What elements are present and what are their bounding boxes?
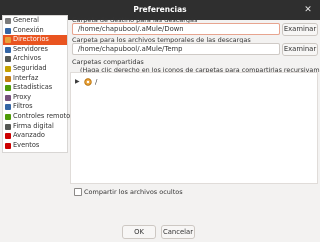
advanced-icon <box>5 133 11 140</box>
sidebar-item-label: Filtros <box>13 102 33 111</box>
sidebar-item-label: General <box>13 16 39 24</box>
sidebar-item-controles-remotos[interactable]: Controles remotos <box>3 112 74 122</box>
tree-root-label: / <box>95 78 98 86</box>
directories-panel: Carpeta de destino para las descargas /h… <box>70 14 320 228</box>
sidebar-item-label: Directorios <box>13 35 49 44</box>
temp-folder-field[interactable]: /home/chapubool/.aMule/Temp <box>72 43 280 55</box>
filter-icon <box>5 104 11 111</box>
sidebar-item-label: Archivos <box>13 54 42 63</box>
category-list: General Conexión Directorios Servidores Arch… <box>2 15 74 153</box>
sidebar-item-servidores[interactable]: Servidores <box>3 45 67 55</box>
downloads-folder-field[interactable]: /home/chapubool/.aMule/Down <box>72 23 280 35</box>
share-hidden-label: Compartir los archivos ocultos <box>84 187 183 196</box>
sidebar-item-avanzado[interactable]: Avanzado <box>3 131 67 141</box>
sidebar-item-seguridad[interactable]: Seguridad <box>3 64 67 74</box>
chart-icon <box>5 85 11 92</box>
sidebar-item-archivos[interactable]: Archivos <box>3 54 67 64</box>
gear-icon <box>5 18 11 24</box>
lock-icon <box>5 65 11 72</box>
sidebar-item-label: Proxy <box>13 92 32 101</box>
palette-icon <box>5 75 11 82</box>
remote-icon <box>5 113 11 120</box>
folder-icon <box>5 37 11 44</box>
sidebar-item-label: Estadísticas <box>13 83 53 92</box>
shared-folders-label: Carpetas compartidas <box>72 58 144 66</box>
sidebar-item-filtros[interactable]: Filtros <box>3 102 67 112</box>
cancel-button[interactable]: Cancelar <box>161 225 195 239</box>
proxy-icon <box>5 94 11 101</box>
sidebar-item-firma-digital[interactable]: Firma digital <box>3 122 67 132</box>
expand-arrow-icon[interactable]: ▶ <box>75 77 80 87</box>
preferences-dialog: Preferencias ✕ General Conexión Directorio… <box>0 0 320 242</box>
temp-browse-button[interactable]: Examinar <box>282 42 318 56</box>
sidebar-item-label: Controles remotos <box>13 111 74 120</box>
sidebar-item-label: Firma digital <box>13 121 54 130</box>
share-hidden-option[interactable]: Compartir los archivos ocultos <box>72 186 192 196</box>
downloads-browse-button[interactable]: Examinar <box>282 22 318 36</box>
ok-button[interactable]: OK <box>122 225 156 239</box>
sidebar-item-label: Avanzado <box>13 131 45 140</box>
sidebar-item-proxy[interactable]: Proxy <box>3 93 67 103</box>
signature-icon <box>5 123 11 130</box>
network-icon <box>5 27 11 34</box>
shared-folders-tree[interactable]: ▶ / <box>70 72 318 184</box>
events-icon <box>5 142 11 149</box>
sidebar-item-label: Conexión <box>13 25 44 34</box>
share-hidden-checkbox[interactable] <box>74 188 82 196</box>
server-icon <box>5 46 11 53</box>
sidebar-item-general[interactable]: General <box>3 16 67 26</box>
sidebar-item-conexion[interactable]: Conexión <box>3 26 67 36</box>
sidebar-item-estadisticas[interactable]: Estadísticas <box>3 83 67 93</box>
sidebar-item-label: Servidores <box>13 44 48 53</box>
disk-icon <box>5 56 11 63</box>
sidebar-item-eventos[interactable]: Eventos <box>3 141 67 151</box>
sidebar-item-label: Seguridad <box>13 63 47 72</box>
sidebar-item-directorios[interactable]: Directorios <box>3 35 67 45</box>
sidebar-item-label: Interfaz <box>13 73 39 82</box>
sidebar-item-interfaz[interactable]: Interfaz <box>3 74 67 84</box>
sidebar-item-label: Eventos <box>13 140 40 149</box>
folder-share-icon[interactable] <box>84 78 92 86</box>
